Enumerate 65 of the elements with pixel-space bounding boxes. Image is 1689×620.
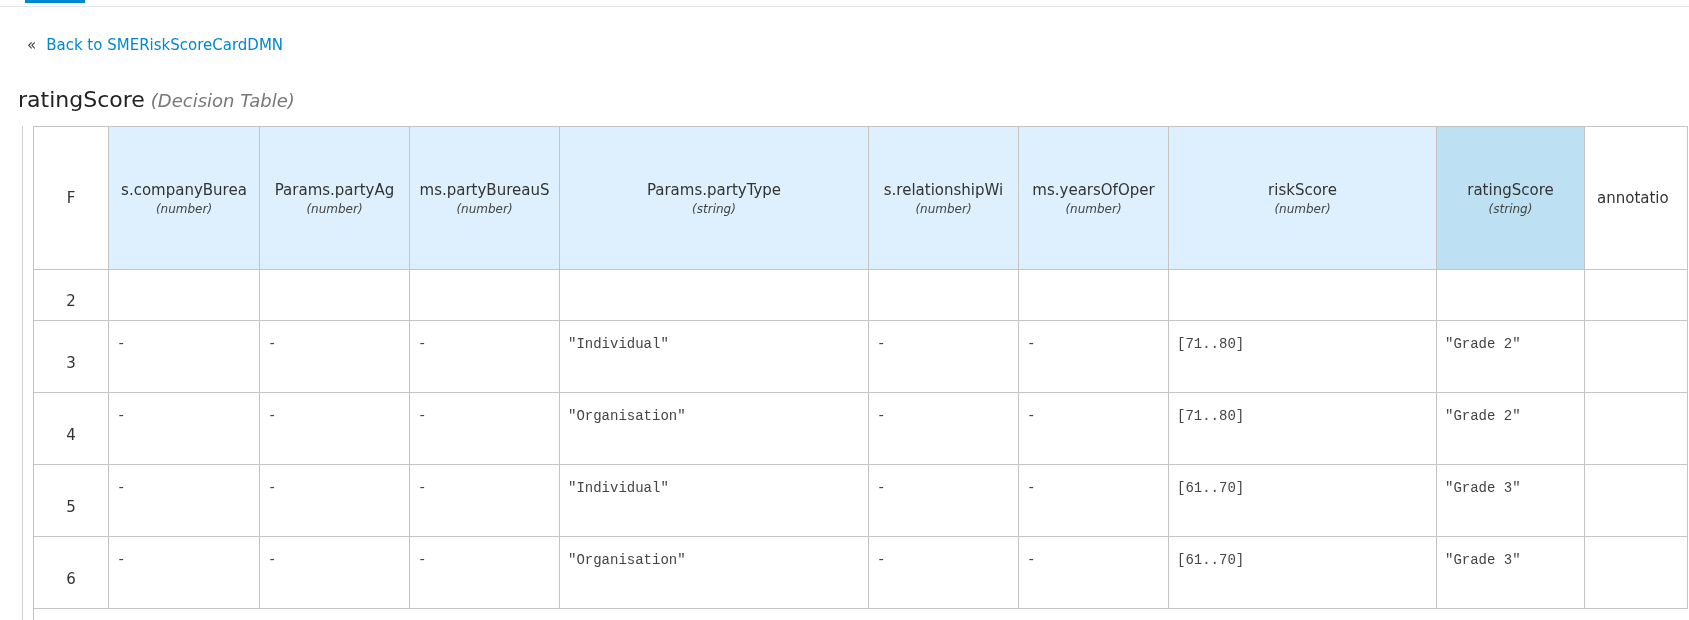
row-number: 5 xyxy=(66,498,76,516)
row-number: 3 xyxy=(66,354,76,372)
row-number: 6 xyxy=(66,570,76,588)
table-cell[interactable]: - xyxy=(1019,393,1169,465)
table-cell[interactable] xyxy=(560,270,869,321)
table-cell[interactable]: - xyxy=(109,537,260,609)
input-column-header[interactable]: ms.yearsOfOper (number) xyxy=(1019,127,1169,270)
input-column-header[interactable]: ms.partyBureauS (number) xyxy=(410,127,560,270)
table-cell[interactable]: - xyxy=(260,321,410,393)
table-cell[interactable]: [61..70] xyxy=(1169,537,1437,609)
decision-kind: (Decision Table) xyxy=(150,90,295,111)
table-cell[interactable]: - xyxy=(410,393,560,465)
table-cell[interactable]: "Grade 3" xyxy=(1437,465,1585,537)
table-cell[interactable]: - xyxy=(869,321,1019,393)
table-cell[interactable]: - xyxy=(1019,537,1169,609)
table-cell[interactable]: - xyxy=(260,465,410,537)
active-tab-indicator xyxy=(25,0,85,3)
table-cell[interactable]: [71..80] xyxy=(1169,393,1437,465)
table-cell[interactable] xyxy=(1585,537,1688,609)
table-cell[interactable] xyxy=(1019,270,1169,321)
back-chevron-icon: « xyxy=(27,36,37,54)
table-cell[interactable]: "Individual" xyxy=(560,321,869,393)
table-cell[interactable] xyxy=(410,270,560,321)
table-cell[interactable] xyxy=(1585,393,1688,465)
table-cell[interactable] xyxy=(1169,270,1437,321)
table-cell[interactable]: "Grade 2" xyxy=(1437,321,1585,393)
table-cell[interactable]: - xyxy=(410,537,560,609)
table-cell[interactable]: - xyxy=(869,465,1019,537)
table-cell[interactable]: - xyxy=(109,393,260,465)
table-cell[interactable]: "Individual" xyxy=(560,465,869,537)
table-cell[interactable]: "Organisation" xyxy=(560,537,869,609)
row-number: 2 xyxy=(66,292,76,310)
row-number: 4 xyxy=(66,426,76,444)
decision-name: ratingScore xyxy=(18,87,145,112)
table-cell[interactable]: "Organisation" xyxy=(560,393,869,465)
table-cell[interactable] xyxy=(1585,465,1688,537)
table-cell[interactable]: - xyxy=(1019,321,1169,393)
table-cell[interactable] xyxy=(109,270,260,321)
table-cell[interactable] xyxy=(1585,270,1688,321)
table-cell[interactable] xyxy=(1585,321,1688,393)
table-cell[interactable]: [61..70] xyxy=(1169,465,1437,537)
input-column-header[interactable]: riskScore (number) xyxy=(1169,127,1437,270)
input-column-header[interactable]: s.companyBurea (number) xyxy=(109,127,260,270)
input-column-header[interactable]: Params.partyAg (number) xyxy=(260,127,410,270)
table-cell[interactable]: - xyxy=(1019,465,1169,537)
table-cell[interactable]: "Grade 3" xyxy=(1437,537,1585,609)
input-column-header[interactable]: Params.partyType (string) xyxy=(560,127,869,270)
table-cell[interactable]: - xyxy=(869,393,1019,465)
table-cell[interactable] xyxy=(260,270,410,321)
hit-policy[interactable]: F xyxy=(66,189,76,207)
output-column-header[interactable]: ratingScore (string) xyxy=(1437,127,1585,270)
table-cell[interactable]: - xyxy=(260,393,410,465)
input-column-header[interactable]: s.relationshipWi (number) xyxy=(869,127,1019,270)
table-cell[interactable]: - xyxy=(410,321,560,393)
back-link[interactable]: Back to SMERiskScoreCardDMN xyxy=(46,36,284,54)
table-cell[interactable]: - xyxy=(109,321,260,393)
table-cell[interactable]: - xyxy=(260,537,410,609)
table-cell[interactable]: "Grade 2" xyxy=(1437,393,1585,465)
table-cell[interactable] xyxy=(869,270,1019,321)
annotation-header[interactable]: annotatio xyxy=(1585,127,1688,270)
table-cell[interactable] xyxy=(1437,270,1585,321)
table-cell[interactable]: [71..80] xyxy=(1169,321,1437,393)
table-cell[interactable]: - xyxy=(869,537,1019,609)
table-cell[interactable]: - xyxy=(410,465,560,537)
table-cell[interactable]: - xyxy=(109,465,260,537)
